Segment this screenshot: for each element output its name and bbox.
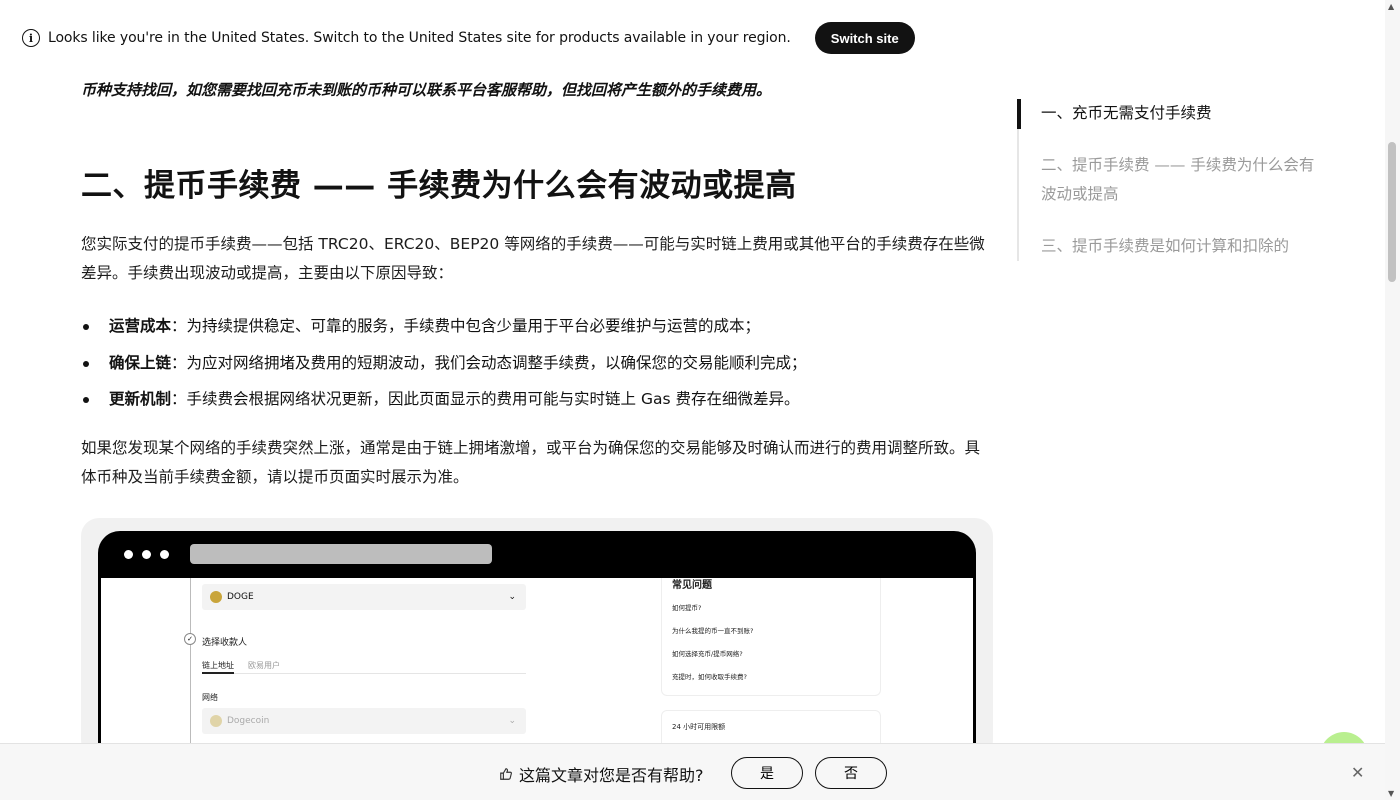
feedback-question-text: 这篇文章对您是否有帮助? <box>519 766 704 785</box>
toc-item-deposit-fee[interactable]: 一、充币无需支付手续费 <box>1017 99 1317 129</box>
list-item: 确保上链：为应对网络拥堵及费用的短期波动，我们会动态调整手续费，以确保您的交易能… <box>81 349 993 378</box>
chevron-down-icon: ⌄ <box>508 592 516 602</box>
list-item: 运营成本：为持续提供稳定、可靠的服务，手续费中包含少量用于平台必要维护与运营的成… <box>81 312 993 341</box>
scrollbar-thumb[interactable] <box>1388 142 1396 282</box>
tab-divider <box>202 673 526 674</box>
toc-item-withdraw-fee-fluctuation[interactable]: 二、提币手续费 —— 手续费为什么会有波动或提高 <box>1019 151 1317 209</box>
limit-label: 24 小时可用限额 <box>672 723 726 731</box>
feedback-bar: 这篇文章对您是否有帮助? 是 否 ✕ <box>0 743 1385 800</box>
withdraw-screenshot: DOGE ⌄ ✓ 选择收款人 链上地址 欧易用户 网络 Dogecoin ⌄ 常… <box>81 518 993 758</box>
screen-content: DOGE ⌄ ✓ 选择收款人 链上地址 欧易用户 网络 Dogecoin ⌄ 常… <box>101 578 973 758</box>
step-line <box>190 578 191 758</box>
list-item-title: 更新机制 <box>109 390 172 408</box>
doge-coin-icon <box>210 591 222 603</box>
network-select-value: Dogecoin <box>227 716 270 726</box>
page-scrollbar[interactable]: ▲ ▼ <box>1385 0 1400 800</box>
feedback-yes-button[interactable]: 是 <box>731 757 803 789</box>
list-item-text: ：手续费会根据网络状况更新，因此页面显示的费用可能与实时链上 Gas 费存在细微… <box>171 390 800 408</box>
tab-indicator <box>202 672 234 674</box>
faq-item: 充提时，如何收取手续费? <box>672 673 747 681</box>
thumbs-up-icon <box>500 768 512 780</box>
article-lead: 币种支持找回，如您需要找回充币未到账的币种可以联系平台客服帮助，但找回将产生额外… <box>81 81 772 99</box>
switch-site-button[interactable]: Switch site <box>814 22 915 54</box>
list-item: 更新机制：手续费会根据网络状况更新，因此页面显示的费用可能与实时链上 Gas 费… <box>81 385 993 414</box>
section-outro: 如果您发现某个网络的手续费突然上涨，通常是由于链上拥堵激增，或平台为确保您的交易… <box>81 439 981 486</box>
url-bar <box>190 544 492 564</box>
list-item-text: ：为持续提供稳定、可靠的服务，手续费中包含少量用于平台必要维护与运营的成本； <box>171 317 761 335</box>
window-dots <box>124 550 169 559</box>
reason-list: 运营成本：为持续提供稳定、可靠的服务，手续费中包含少量用于平台必要维护与运营的成… <box>81 312 993 414</box>
network-select: Dogecoin ⌄ <box>202 708 526 734</box>
tab-user: 欧易用户 <box>248 661 280 670</box>
region-message: Looks like you're in the United States. … <box>48 30 791 46</box>
feedback-question: 这篇文章对您是否有帮助? <box>499 762 704 786</box>
coin-select: DOGE ⌄ <box>202 584 526 610</box>
chevron-down-icon: ⌄ <box>508 716 516 726</box>
doge-coin-icon <box>210 715 222 727</box>
feedback-no-button[interactable]: 否 <box>815 757 887 789</box>
network-label: 网络 <box>202 693 218 702</box>
region-banner: i Looks like you're in the United States… <box>0 0 1385 76</box>
device-frame: DOGE ⌄ ✓ 选择收款人 链上地址 欧易用户 网络 Dogecoin ⌄ 常… <box>98 531 976 758</box>
close-icon[interactable]: ✕ <box>1351 763 1364 782</box>
faq-title: 常见问题 <box>672 580 712 591</box>
list-item-text: ：为应对网络拥堵及费用的短期波动，我们会动态调整手续费，以确保您的交易能顺利完成… <box>171 353 807 372</box>
section-intro: 您实际支付的提币手续费——包括 TRC20、ERC20、BEP20 等网络的手续… <box>81 235 985 282</box>
list-item-title: 运营成本 <box>109 317 172 335</box>
article-body: 币种支持找回，如您需要找回充币未到账的币种可以联系平台客服帮助，但找回将产生额外… <box>81 76 993 758</box>
toc-item-fee-calculation[interactable]: 三、提币手续费是如何计算和扣除的 <box>1019 232 1317 261</box>
tab-onchain: 链上地址 <box>202 661 234 670</box>
faq-item: 为什么我提的币一直不到账? <box>672 627 754 635</box>
recipient-label: 选择收款人 <box>202 638 248 648</box>
table-of-contents: 一、充币无需支付手续费 二、提币手续费 —— 手续费为什么会有波动或提高 三、提… <box>1017 99 1317 261</box>
info-icon: i <box>22 29 40 47</box>
coin-select-value: DOGE <box>227 592 254 602</box>
faq-panel: 常见问题 如何提币? 为什么我提的币一直不到账? 如何选择充币/提币网络? 充提… <box>661 578 881 696</box>
list-item-title: 确保上链 <box>109 353 172 372</box>
section-heading: 二、提币手续费 —— 手续费为什么会有波动或提高 <box>81 168 797 204</box>
faq-item: 如何提币? <box>672 604 702 612</box>
scroll-up-icon[interactable]: ▲ <box>1388 2 1394 11</box>
check-icon: ✓ <box>184 633 196 645</box>
scroll-down-icon[interactable]: ▼ <box>1388 789 1394 798</box>
faq-item: 如何选择充币/提币网络? <box>672 650 743 658</box>
